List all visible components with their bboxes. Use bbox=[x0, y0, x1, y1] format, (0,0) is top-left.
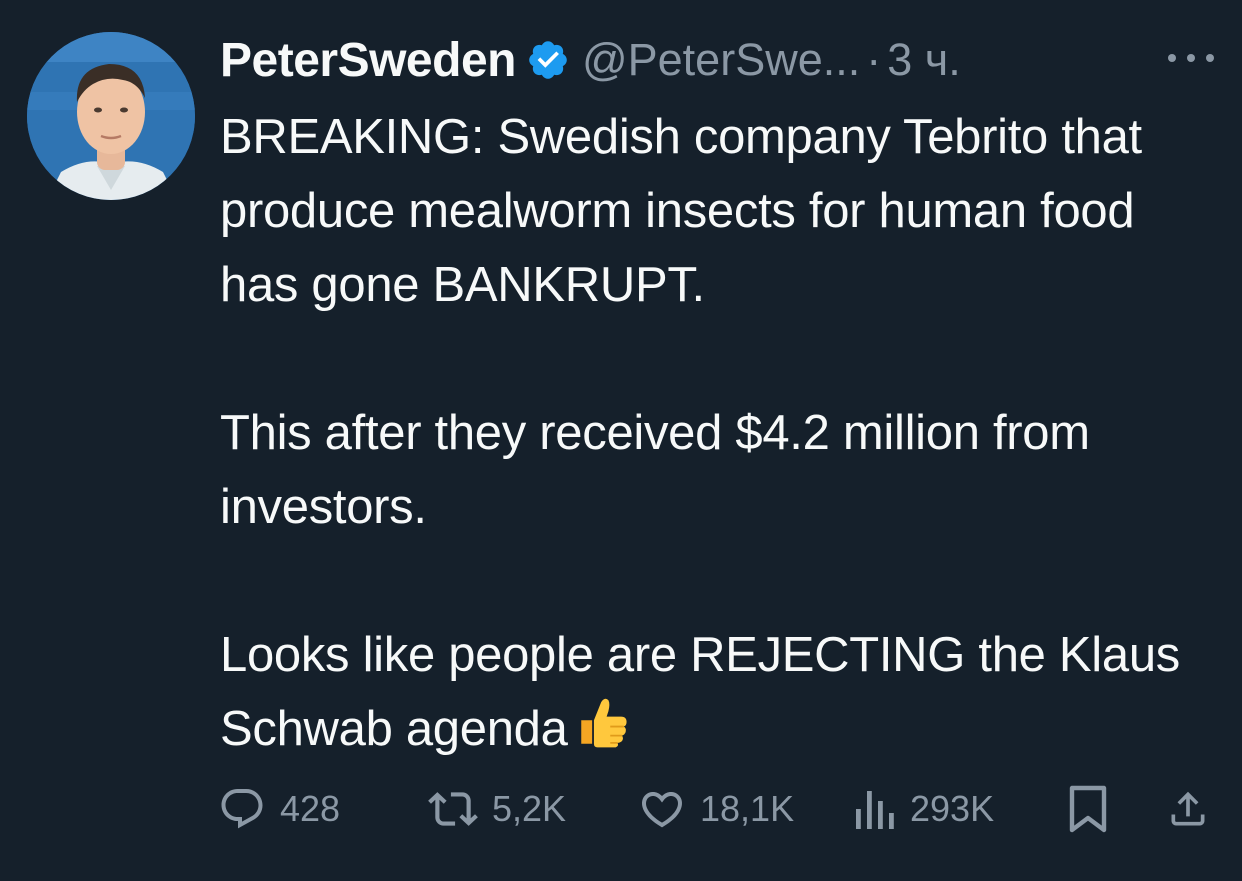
tweet-card: PeterSweden @PeterSwe... · 3 ч. BREAKING… bbox=[0, 0, 1242, 881]
tweet-paragraph: Looks like people are REJECTING the Klau… bbox=[220, 628, 1180, 756]
more-options-icon[interactable] bbox=[1168, 48, 1214, 68]
repost-icon bbox=[428, 792, 478, 826]
avatar-portrait-icon bbox=[27, 32, 195, 200]
tweet-paragraph: This after they received $4.2 million fr… bbox=[220, 406, 1090, 534]
like-button[interactable]: 18,1K bbox=[638, 782, 794, 836]
share-button[interactable] bbox=[1166, 782, 1210, 836]
author-handle[interactable]: @PeterSwe... bbox=[582, 34, 860, 86]
views-button[interactable]: 293K bbox=[854, 782, 994, 836]
share-icon bbox=[1171, 791, 1205, 826]
tweet-timestamp[interactable]: 3 ч. bbox=[887, 34, 960, 86]
repost-button[interactable]: 5,2K bbox=[428, 782, 566, 836]
views-chart-icon bbox=[856, 791, 894, 829]
more-dot bbox=[1168, 54, 1176, 62]
reply-button[interactable]: 428 bbox=[218, 782, 340, 836]
verified-badge-icon bbox=[526, 38, 570, 82]
heart-icon bbox=[641, 792, 683, 828]
more-dot bbox=[1206, 54, 1214, 62]
reply-count: 428 bbox=[280, 788, 341, 829]
tweet-paragraph-with-emoji: Looks like people are REJECTING the Klau… bbox=[220, 618, 1220, 772]
more-dot bbox=[1187, 54, 1195, 62]
header-separator: · bbox=[866, 34, 882, 85]
reply-icon bbox=[221, 789, 263, 829]
repost-count: 5,2K bbox=[492, 788, 567, 829]
tweet-text: BREAKING: Swedish company Tebrito that p… bbox=[220, 100, 1220, 772]
tweet-header: PeterSweden @PeterSwe... · 3 ч. bbox=[220, 28, 961, 92]
like-count: 18,1K bbox=[700, 788, 795, 829]
tweet-paragraph: BREAKING: Swedish company Tebrito that p… bbox=[220, 110, 1142, 312]
views-count: 293K bbox=[910, 788, 995, 829]
avatar[interactable] bbox=[27, 32, 195, 200]
bookmark-icon bbox=[1069, 785, 1107, 833]
tweet-actions-bar: 428 5,2K 18,1K 293K bbox=[218, 782, 1213, 836]
thumbs-up-icon bbox=[574, 693, 632, 772]
bookmark-button[interactable] bbox=[1068, 782, 1108, 836]
author-display-name[interactable]: PeterSweden bbox=[220, 33, 516, 88]
